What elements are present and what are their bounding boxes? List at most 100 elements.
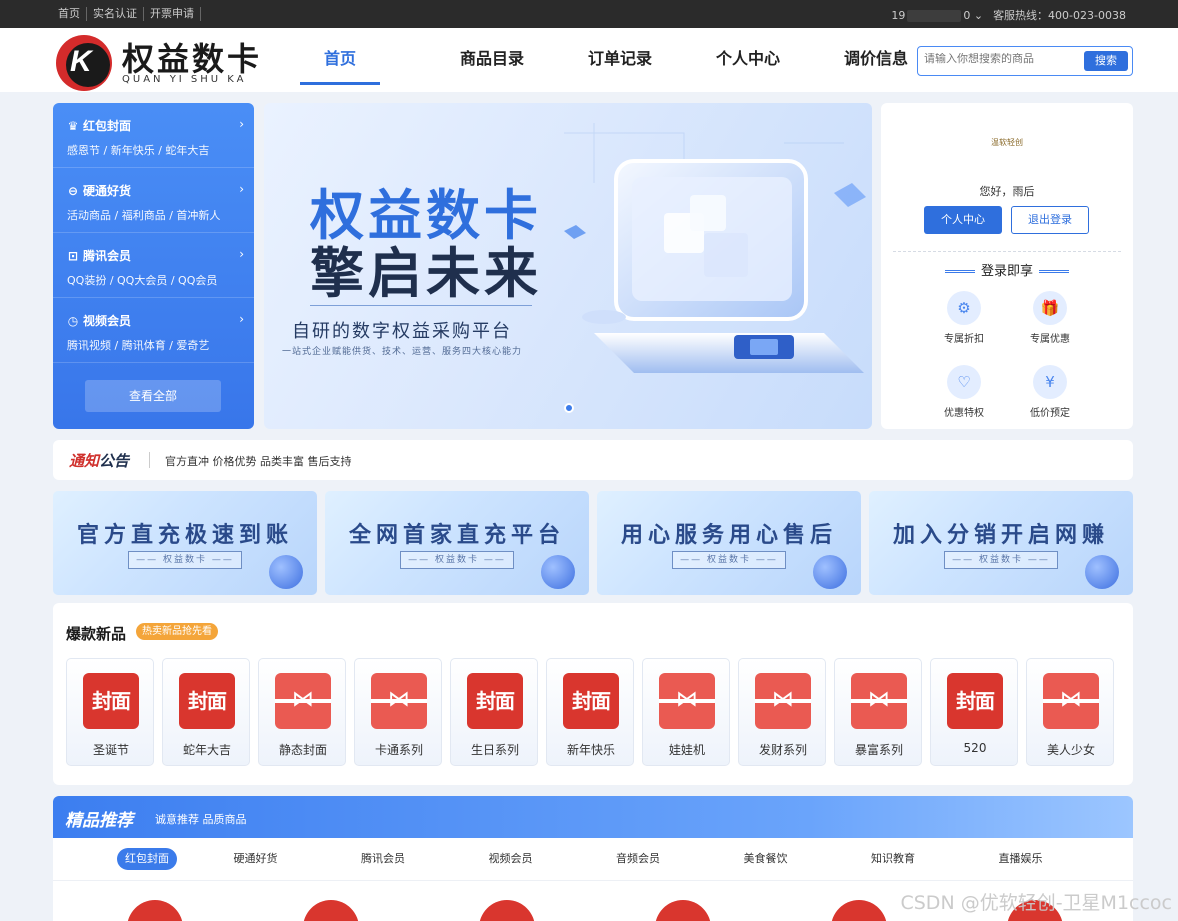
login-benefits-title: 登录即享 (881, 260, 1133, 279)
tab-4[interactable]: 音频会员 (603, 848, 673, 870)
product-label: 圣诞节 (92, 743, 129, 757)
feature-privilege[interactable]: ♡ 优惠特权 (934, 365, 994, 419)
diamond-icon: ♡ (947, 365, 981, 399)
top-right: 19 0 ⌄ 客服热线：400-023-0038 (891, 7, 1126, 23)
product-thumb[interactable] (655, 900, 711, 921)
divider (893, 251, 1121, 252)
top-link-home[interactable]: 首页 (58, 7, 87, 21)
category-sub: QQ装扮 / QQ大会员 / QQ会员 (67, 274, 218, 287)
category-red-envelope[interactable]: ♛ 红包封面 感恩节 / 新年快乐 / 蛇年大吉 › (53, 103, 254, 168)
product-label: 新年快乐 (566, 743, 615, 757)
banner-headline-2: 擎启未来 (310, 242, 542, 305)
top-bar: 首页 实名认证 开票申请 19 0 ⌄ 客服热线：400-023-0038 (0, 0, 1178, 28)
top-links: 首页 实名认证 开票申请 (58, 7, 201, 21)
category-sub: 腾讯视频 / 腾讯体育 / 爱奇艺 (67, 339, 210, 352)
category-title: 腾讯会员 (83, 249, 132, 263)
phone-mask (907, 9, 962, 22)
ribbon-icon: ⋈ (1043, 673, 1099, 729)
tab-6[interactable]: 知识教育 (858, 848, 928, 870)
category-sub: 活动商品 / 福利商品 / 首冲新人 (67, 209, 221, 222)
ribbon-icon: ⋈ (275, 673, 331, 729)
feature-offer[interactable]: 🎁 专属优惠 (1020, 291, 1080, 345)
top-link-invoice[interactable]: 开票申请 (144, 7, 201, 21)
ribbon-icon: ⋈ (755, 673, 811, 729)
product-thumb[interactable] (831, 900, 887, 921)
nav-profile[interactable]: 个人中心 (684, 28, 812, 92)
search-button[interactable]: 搜索 (1084, 51, 1128, 71)
promo-tile[interactable]: 官方直充极速到账 —— 权益数卡 —— (53, 491, 317, 595)
promo-tile[interactable]: 用心服务用心售后 —— 权益数卡 —— (597, 491, 861, 595)
banner-slogan: 自研的数字权益采购平台 (292, 321, 512, 342)
product-card[interactable]: 封面 520 (930, 658, 1018, 766)
tab-7[interactable]: 直播娱乐 (986, 848, 1056, 870)
product-label: 卡通系列 (374, 743, 423, 757)
notice-text[interactable]: 官方直冲 价格优势 品类丰富 售后支持 (165, 453, 352, 469)
tab-0[interactable]: 红包封面 (117, 848, 177, 870)
product-card[interactable]: ⋈ 卡通系列 (354, 658, 442, 766)
banner-divider (310, 305, 532, 306)
product-card[interactable]: ⋈ 娃娃机 (642, 658, 730, 766)
tab-2[interactable]: 腾讯会员 (348, 848, 418, 870)
product-label: 静态封面 (278, 743, 327, 757)
ribbon-icon: ⋈ (851, 673, 907, 729)
phone-prefix: 19 (891, 8, 906, 22)
feature-discount[interactable]: ⚙ 专属折扣 (934, 291, 994, 345)
product-label: 520 (963, 741, 987, 755)
product-card[interactable]: ⋈ 美人少女 (1026, 658, 1114, 766)
product-thumb[interactable] (479, 900, 535, 921)
user-card: 温软轻创 您好，雨后 个人中心 退出登录 登录即享 ⚙ 专属折扣 🎁 专属优惠 … (881, 103, 1133, 429)
product-card[interactable]: 封面 蛇年大吉 (162, 658, 250, 766)
nav-orders[interactable]: 订单记录 (556, 28, 684, 92)
carousel-dot[interactable] (564, 403, 574, 413)
product-label: 生日系列 (470, 743, 519, 757)
product-label: 蛇年大吉 (182, 743, 231, 757)
nav-catalog[interactable]: 商品目录 (428, 28, 556, 92)
product-card[interactable]: ⋈ 发财系列 (738, 658, 826, 766)
tab-5[interactable]: 美食餐饮 (731, 848, 801, 870)
gift-icon: 🎁 (1033, 291, 1067, 325)
nav-home[interactable]: 首页 (300, 28, 380, 92)
product-thumb[interactable] (303, 900, 359, 921)
category-video[interactable]: ◷ 视频会员 腾讯视频 / 腾讯体育 / 爱奇艺 › (53, 298, 254, 363)
top-link-verify[interactable]: 实名认证 (87, 7, 144, 21)
product-card[interactable]: 封面 生日系列 (450, 658, 538, 766)
logo[interactable]: K 权益数卡 QUAN YI SHU KA (56, 32, 268, 91)
feature-low-price[interactable]: ¥ 低价预定 (1020, 365, 1080, 419)
view-all-button[interactable]: 查看全部 (85, 380, 221, 412)
category-menu: ♛ 红包封面 感恩节 / 新年快乐 / 蛇年大吉 › ⊖ 硬通好货 活动商品 / 福… (53, 103, 254, 429)
product-card[interactable]: ⋈ 静态封面 (258, 658, 346, 766)
avatar: 温软轻创 (991, 138, 1023, 147)
banner-subslogan: 一站式企业赋能供货、技术、运营、服务四大核心能力 (282, 347, 523, 357)
product-thumb[interactable] (127, 900, 183, 921)
section-title: 爆款新品 (66, 625, 127, 643)
crown-icon: ♛ (67, 119, 79, 133)
product-card[interactable]: ⋈ 暴富系列 (834, 658, 922, 766)
product-card[interactable]: 封面 新年快乐 (546, 658, 634, 766)
search-input[interactable] (924, 53, 1080, 65)
promo-tile[interactable]: 全网首家直充平台 —— 权益数卡 —— (325, 491, 589, 595)
promo-tile[interactable]: 加入分销开启网赚 —— 权益数卡 —— (869, 491, 1133, 595)
cover-icon: 封面 (179, 673, 235, 729)
tab-3[interactable]: 视频会员 (476, 848, 546, 870)
greeting: 您好，雨后 (979, 185, 1035, 198)
logout-button[interactable]: 退出登录 (1011, 206, 1089, 234)
category-tencent[interactable]: ⊡ 腾讯会员 QQ装扮 / QQ大会员 / QQ会员 › (53, 233, 254, 298)
category-goods[interactable]: ⊖ 硬通好货 活动商品 / 福利商品 / 首冲新人 › (53, 168, 254, 233)
hero-banner[interactable]: 权益数卡 擎启未来 自研的数字权益采购平台 一站式企业赋能供货、技术、运营、服务… (264, 103, 872, 429)
notice-title: 通知公告 (69, 452, 130, 470)
gift-box-icon: ⊡ (67, 249, 79, 263)
clock-icon: ◷ (67, 314, 79, 328)
cover-icon: 封面 (467, 673, 523, 729)
product-card[interactable]: 封面 圣诞节 (66, 658, 154, 766)
chevron-down-icon[interactable]: ⌄ (974, 9, 983, 22)
orb-icon (269, 555, 303, 589)
hot-products: 爆款新品 热卖新品抢先看 封面 圣诞节 封面 蛇年大吉 ⋈ 静态封面 ⋈ 卡通系列 封面 生日系列… (53, 603, 1133, 785)
gear-icon: ⚙ (947, 291, 981, 325)
search-box: 搜索 (917, 46, 1133, 76)
hot-badge: 热卖新品抢先看 (136, 623, 218, 640)
account-phone[interactable]: 19 0 ⌄ (891, 9, 983, 22)
header: K 权益数卡 QUAN YI SHU KA 首页 商品目录 订单记录 个人中心 … (0, 28, 1178, 92)
tab-1[interactable]: 硬通好货 (221, 848, 291, 870)
profile-button[interactable]: 个人中心 (924, 206, 1002, 234)
category-title: 视频会员 (83, 314, 132, 328)
